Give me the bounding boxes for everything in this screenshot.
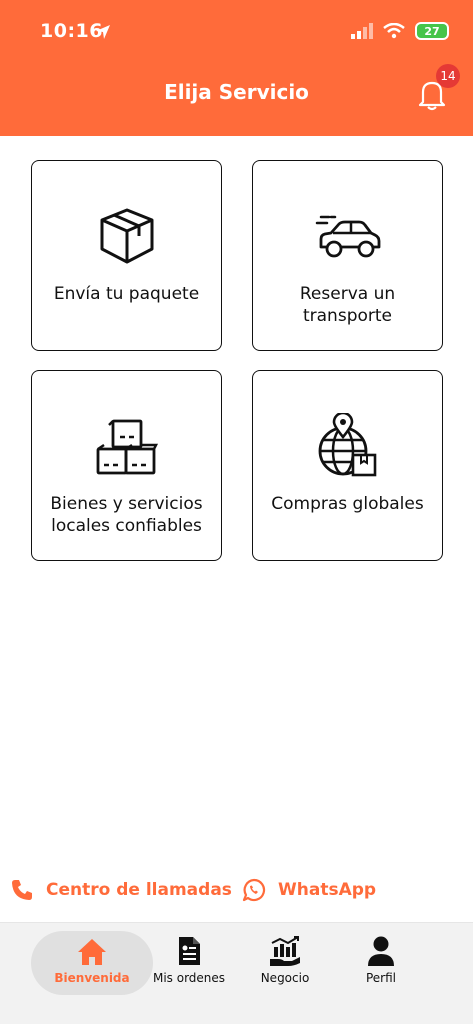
call-center-label: Centro de llamadas [46, 880, 232, 900]
service-card-global-shopping[interactable]: Compras globales [252, 370, 443, 561]
service-card-send-package[interactable]: Envía tu paquete [31, 160, 222, 351]
page-title: Elija Servicio [164, 80, 309, 104]
whatsapp-label: WhatsApp [278, 880, 377, 900]
service-card-book-transport[interactable]: Reserva un transporte [252, 160, 443, 351]
whatsapp-link[interactable]: WhatsApp [242, 878, 376, 902]
car-icon [315, 215, 380, 258]
user-icon [368, 936, 394, 966]
wifi-icon [383, 23, 405, 39]
tab-label: Bienvenida [54, 971, 130, 985]
boxes-icon [96, 419, 158, 475]
tab-perfil[interactable]: Perfil [325, 931, 437, 995]
service-label: Envía tu paquete [53, 284, 200, 304]
document-icon [179, 937, 200, 965]
battery-level: 27 [417, 24, 447, 38]
globe-icon [318, 413, 376, 477]
business-growth-icon [270, 936, 300, 966]
service-label: Bienes y servicios locales confiables [40, 493, 213, 537]
signal-icon [351, 23, 373, 39]
service-label: Compras globales [271, 494, 424, 514]
status-time: 10:16 [40, 20, 103, 42]
service-label-line: Bienes y servicios [50, 494, 203, 514]
package-icon [100, 208, 153, 264]
battery-icon: 27 [415, 22, 449, 40]
bottom-tab-bar: Bienvenida Mis ordenes Negocio Perfil [0, 922, 473, 1024]
call-center-link[interactable]: Centro de llamadas [10, 878, 232, 902]
service-label-line: locales confiables [51, 516, 202, 536]
tab-label: Mis ordenes [152, 971, 226, 985]
service-label: Reserva un transporte [299, 284, 396, 326]
notification-badge: 14 [436, 64, 460, 88]
whatsapp-icon [242, 878, 266, 902]
app-header: 10:16 27 Elija Servicio 14 [0, 0, 473, 136]
tab-label: Perfil [365, 971, 397, 985]
home-icon [78, 939, 106, 965]
phone-icon [12, 880, 32, 900]
status-icons: 27 [351, 22, 449, 40]
location-arrow-icon [96, 25, 110, 39]
service-card-local-goods[interactable]: Bienes y servicios locales confiables [31, 370, 222, 561]
tab-label: Negocio [260, 971, 310, 985]
contact-links: Centro de llamadas WhatsApp [0, 872, 473, 912]
